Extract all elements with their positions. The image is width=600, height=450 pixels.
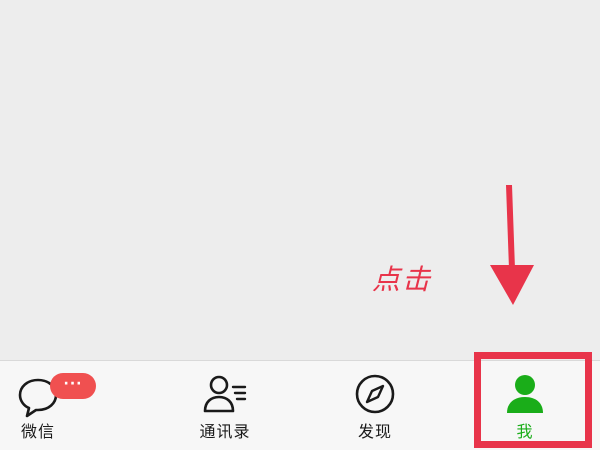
tab-contacts-label: 通讯录: [199, 422, 251, 441]
annotation-arrow-icon: [490, 185, 534, 305]
annotation-highlight-box: [474, 352, 592, 448]
tab-discover[interactable]: 发现: [300, 361, 450, 450]
tab-wechat-label: 微信: [21, 422, 56, 441]
wechat-screen: 点击 ··· 微信 通讯录 发现 我: [0, 0, 600, 450]
unread-badge: ···: [50, 373, 96, 399]
tab-contacts[interactable]: 通讯录: [150, 361, 300, 450]
contacts-icon: [203, 375, 247, 413]
compass-icon: [355, 374, 395, 414]
tab-wechat[interactable]: ··· 微信: [0, 361, 150, 450]
tab-discover-label: 发现: [357, 422, 392, 441]
annotation-click-text: 点击: [372, 263, 433, 296]
